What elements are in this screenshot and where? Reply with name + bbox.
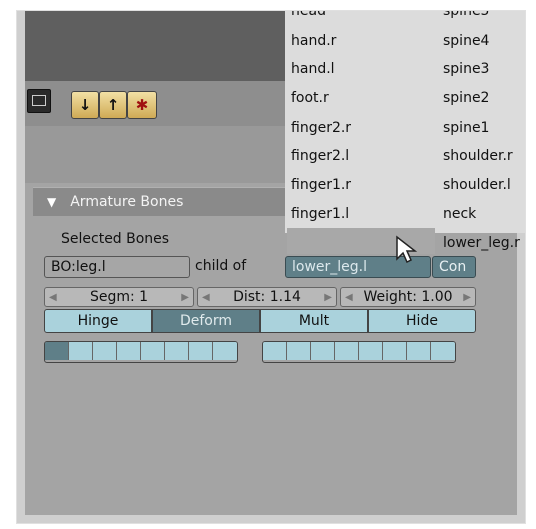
menu-item[interactable]: finger2.r bbox=[291, 114, 351, 142]
hinge-toggle[interactable]: Hinge bbox=[44, 309, 152, 333]
layer-button[interactable] bbox=[311, 342, 335, 360]
menu-item[interactable]: finger2.l bbox=[291, 142, 349, 170]
mult-toggle[interactable]: Mult bbox=[260, 309, 368, 333]
deform-toggle[interactable]: Deform bbox=[152, 309, 260, 333]
layer-button[interactable] bbox=[165, 342, 189, 360]
menu-item[interactable]: hand.r bbox=[291, 27, 336, 55]
screen-icon[interactable] bbox=[27, 89, 51, 113]
layer-button[interactable] bbox=[213, 342, 237, 360]
dist-field[interactable]: ◀ Dist: 1.14 ▶ bbox=[197, 287, 337, 307]
menu-item-head[interactable]: head bbox=[291, 11, 326, 25]
layer-button[interactable] bbox=[287, 342, 311, 360]
blender-window: ↓ ↑ ✱ ▼ Armature Bones Selected Bones BO… bbox=[16, 10, 526, 524]
layer-button[interactable] bbox=[431, 342, 455, 360]
segm-field[interactable]: ◀ Segm: 1 ▶ bbox=[44, 287, 194, 307]
mouse-cursor-icon bbox=[396, 235, 418, 264]
layer-button[interactable] bbox=[263, 342, 287, 360]
bone-name-field[interactable]: BO:leg.l bbox=[44, 256, 190, 278]
menu-item[interactable]: neck bbox=[443, 200, 476, 228]
con-toggle[interactable]: Con bbox=[432, 256, 476, 278]
menu-item[interactable]: foot.r bbox=[291, 84, 329, 112]
menu-item[interactable]: shoulder.l bbox=[443, 171, 511, 199]
hide-toggle[interactable]: Hide bbox=[368, 309, 476, 333]
menu-item[interactable]: finger1.r bbox=[291, 171, 351, 199]
menu-item[interactable]: shoulder.r bbox=[443, 142, 513, 170]
layer-button[interactable] bbox=[407, 342, 431, 360]
bone-layers-right[interactable] bbox=[262, 341, 456, 363]
layer-button[interactable] bbox=[189, 342, 213, 360]
pose-icon[interactable]: ✱ bbox=[127, 91, 157, 119]
increment-icon[interactable]: ▶ bbox=[463, 292, 471, 303]
decrement-icon[interactable]: ◀ bbox=[49, 292, 57, 303]
menu-item-spine5[interactable]: spine5 bbox=[443, 11, 489, 25]
collapse-triangle-icon[interactable]: ▼ bbox=[47, 195, 56, 209]
layer-button[interactable] bbox=[117, 342, 141, 360]
increment-icon[interactable]: ▶ bbox=[324, 292, 332, 303]
weight-field[interactable]: ◀ Weight: 1.00 ▶ bbox=[340, 287, 476, 307]
menu-item[interactable]: spine1 bbox=[443, 114, 489, 142]
increment-icon[interactable]: ▶ bbox=[181, 292, 189, 303]
menu-item[interactable]: hand.l bbox=[291, 55, 335, 83]
decrement-icon[interactable]: ◀ bbox=[345, 292, 353, 303]
layer-button[interactable] bbox=[359, 342, 383, 360]
child-of-label: child of bbox=[195, 258, 247, 274]
decrement-icon[interactable]: ◀ bbox=[202, 292, 210, 303]
selected-bones-label: Selected Bones bbox=[61, 231, 170, 247]
layer-button[interactable] bbox=[335, 342, 359, 360]
bone-layers-left[interactable] bbox=[44, 341, 238, 363]
menu-item[interactable]: finger1.l bbox=[291, 200, 349, 228]
menu-item[interactable]: lower_leg.r bbox=[443, 229, 520, 257]
layer-button[interactable] bbox=[45, 342, 69, 360]
layer-button[interactable] bbox=[69, 342, 93, 360]
arrow-up-icon[interactable]: ↑ bbox=[99, 91, 127, 119]
armature-bones-header[interactable]: ▼ Armature Bones bbox=[33, 187, 303, 216]
menu-item[interactable]: spine3 bbox=[443, 55, 489, 83]
panel-title: Armature Bones bbox=[70, 194, 184, 210]
layer-button[interactable] bbox=[141, 342, 165, 360]
layer-button[interactable] bbox=[383, 342, 407, 360]
menu-item[interactable]: spine2 bbox=[443, 84, 489, 112]
layer-button[interactable] bbox=[93, 342, 117, 360]
menu-item[interactable]: spine4 bbox=[443, 27, 489, 55]
arrow-down-icon[interactable]: ↓ bbox=[71, 91, 99, 119]
